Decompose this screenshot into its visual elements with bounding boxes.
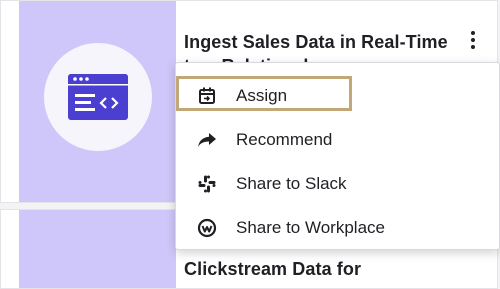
menu-item-share-slack[interactable]: Share to Slack (176, 164, 499, 204)
menu-item-label: Assign (236, 86, 288, 105)
menu-item-label: Share to Workplace (236, 218, 385, 237)
thumbnail-circle (44, 43, 152, 151)
card-thumbnail (19, 210, 176, 288)
code-window-icon (68, 74, 128, 120)
menu-item-label: Recommend (236, 130, 333, 149)
slack-icon (196, 173, 218, 195)
more-options-icon[interactable] (463, 28, 483, 52)
card-title[interactable]: Clickstream Data for (184, 257, 361, 281)
menu-item-assign[interactable]: Assign (176, 76, 499, 116)
workplace-icon (196, 217, 218, 239)
assign-icon (196, 85, 218, 107)
menu-item-label: Share to Slack (236, 174, 347, 193)
share-arrow-icon (196, 129, 218, 151)
context-menu: Assign Recommend Share to Slack Share to… (175, 62, 500, 250)
menu-item-recommend[interactable]: Recommend (176, 120, 499, 160)
card-thumbnail (19, 1, 176, 202)
menu-item-share-workplace[interactable]: Share to Workplace (176, 208, 499, 248)
